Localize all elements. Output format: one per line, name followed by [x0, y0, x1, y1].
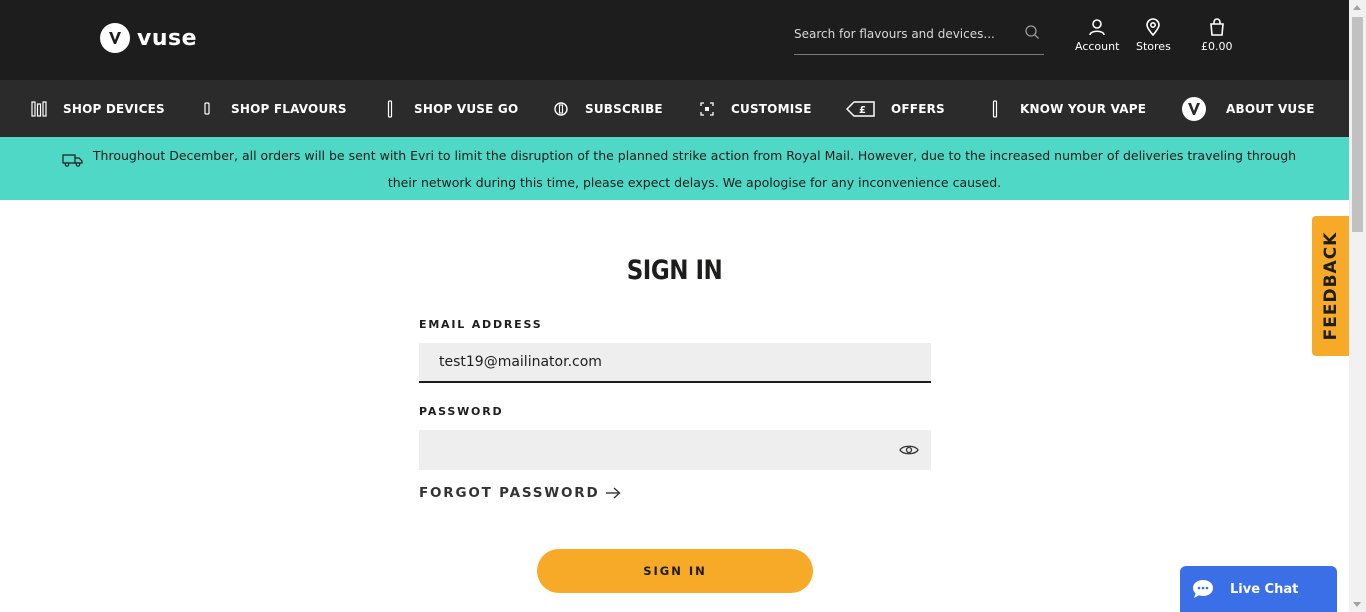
- search-input[interactable]: [794, 18, 1014, 50]
- email-field: [419, 343, 931, 383]
- customise-icon: [700, 101, 714, 116]
- nav-customise[interactable]: CUSTOMISE: [700, 80, 811, 137]
- basket-link[interactable]: £0.00: [1201, 18, 1233, 53]
- live-chat-label: Live Chat: [1230, 581, 1299, 597]
- search-icon[interactable]: [1024, 24, 1040, 44]
- nav-shop-vuse-go-label: SHOP VUSE GO: [414, 101, 519, 116]
- account-link[interactable]: Account: [1075, 18, 1119, 53]
- page-scrollbar[interactable]: [1349, 0, 1366, 612]
- vuse-logo[interactable]: vuse: [100, 23, 197, 53]
- password-input[interactable]: [419, 430, 931, 470]
- nav-offers[interactable]: £ OFFERS: [846, 80, 945, 137]
- nav-know-your-vape[interactable]: KNOW YOUR VAPE: [990, 80, 1146, 137]
- price-tag-icon: £: [846, 100, 875, 117]
- disposable-icon: [387, 99, 393, 118]
- shopping-bag-icon: [1209, 18, 1224, 36]
- eye-icon[interactable]: [899, 442, 919, 462]
- brand-name: vuse: [137, 25, 198, 51]
- forgot-password-link[interactable]: FORGOT PASSWORD: [419, 485, 622, 501]
- password-field: [419, 430, 931, 470]
- scroll-down-icon[interactable]: [1353, 602, 1361, 607]
- nav-shop-vuse-go[interactable]: SHOP VUSE GO: [385, 80, 518, 137]
- nav-subscribe-label: SUBSCRIBE: [585, 101, 663, 116]
- scroll-thumb[interactable]: [1352, 17, 1363, 232]
- nav-about-vuse-label: ABOUT VUSE: [1226, 101, 1315, 116]
- vuse-v-logo-icon: [1182, 96, 1206, 121]
- stores-label: Stores: [1136, 40, 1171, 53]
- top-header: vuse Account Stores £0.00: [0, 0, 1349, 80]
- search-box: [794, 18, 1044, 55]
- nav-subscribe[interactable]: SUBSCRIBE: [553, 80, 663, 137]
- main-nav: SHOP DEVICES SHOP FLAVOURS SHOP VUSE GO …: [0, 80, 1349, 137]
- email-input[interactable]: [419, 343, 931, 381]
- sign-in-button[interactable]: SIGN IN: [537, 549, 813, 593]
- vape-icon: [992, 99, 998, 118]
- nav-customise-label: CUSTOMISE: [731, 101, 812, 116]
- map-pin-icon: [1146, 18, 1161, 36]
- basket-total: £0.00: [1201, 40, 1233, 53]
- nav-shop-flavours[interactable]: SHOP FLAVOURS: [202, 80, 346, 137]
- nav-about-vuse[interactable]: ABOUT VUSE: [1181, 80, 1314, 137]
- devices-icon: [31, 100, 47, 117]
- live-chat-button[interactable]: Live Chat: [1180, 566, 1337, 612]
- pod-icon: [204, 101, 210, 115]
- arrow-right-icon: [606, 487, 622, 499]
- nav-offers-label: OFFERS: [891, 101, 945, 116]
- svg-text:£: £: [859, 105, 866, 116]
- nav-shop-devices[interactable]: SHOP DEVICES: [30, 80, 165, 137]
- email-label: EMAIL ADDRESS: [419, 318, 543, 331]
- nav-shop-devices-label: SHOP DEVICES: [63, 101, 165, 116]
- feedback-label: FEEDBACK: [1320, 231, 1341, 341]
- feedback-tab[interactable]: FEEDBACK: [1312, 216, 1349, 356]
- forgot-password-label: FORGOT PASSWORD: [419, 485, 600, 501]
- nav-know-your-vape-label: KNOW YOUR VAPE: [1020, 101, 1147, 116]
- delivery-notice-text: Throughout December, all orders will be …: [92, 148, 1297, 190]
- delivery-notice-banner: Throughout December, all orders will be …: [0, 137, 1349, 200]
- scroll-up-icon[interactable]: [1353, 5, 1361, 10]
- password-label: PASSWORD: [419, 405, 504, 418]
- subscribe-icon: [554, 101, 568, 116]
- nav-shop-flavours-label: SHOP FLAVOURS: [231, 101, 347, 116]
- chat-bubble-icon: [1193, 580, 1213, 598]
- stores-link[interactable]: Stores: [1136, 18, 1171, 53]
- account-label: Account: [1075, 40, 1120, 53]
- vuse-v-logo-icon: [100, 23, 130, 53]
- page-title: SIGN IN: [626, 256, 723, 286]
- user-icon: [1089, 19, 1106, 36]
